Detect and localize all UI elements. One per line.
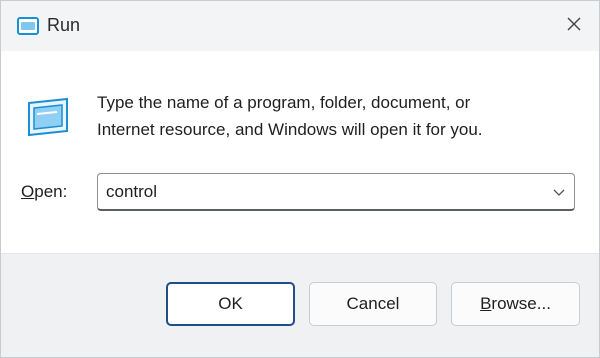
open-label: Open:: [21, 182, 67, 202]
open-combobox[interactable]: [97, 173, 575, 211]
title-bar[interactable]: Run: [1, 1, 599, 51]
browse-button[interactable]: Browse...: [451, 282, 580, 326]
open-label-text: pen:: [34, 182, 68, 201]
button-bar: OK Cancel Browse...: [1, 253, 599, 357]
browse-accelerator: B: [480, 294, 492, 313]
cancel-button[interactable]: Cancel: [309, 282, 437, 326]
window-title: Run: [47, 15, 81, 35]
close-icon: [566, 16, 582, 37]
ok-button[interactable]: OK: [166, 282, 295, 326]
description-line-2: Internet resource, and Windows will open…: [97, 120, 483, 139]
dialog-body: Type the name of a program, folder, docu…: [1, 51, 599, 253]
chevron-down-icon[interactable]: [550, 183, 568, 201]
close-button[interactable]: [559, 11, 589, 41]
run-dialog: Run Type the name of a program, folder, …: [0, 0, 600, 358]
run-app-icon: [23, 95, 73, 141]
open-input[interactable]: [106, 174, 536, 210]
browse-label-rest: rowse...: [491, 294, 551, 313]
run-icon: [17, 17, 39, 35]
description-line-1: Type the name of a program, folder, docu…: [97, 93, 471, 112]
open-label-accelerator: O: [21, 182, 35, 201]
dialog-description: Type the name of a program, folder, docu…: [97, 89, 577, 143]
